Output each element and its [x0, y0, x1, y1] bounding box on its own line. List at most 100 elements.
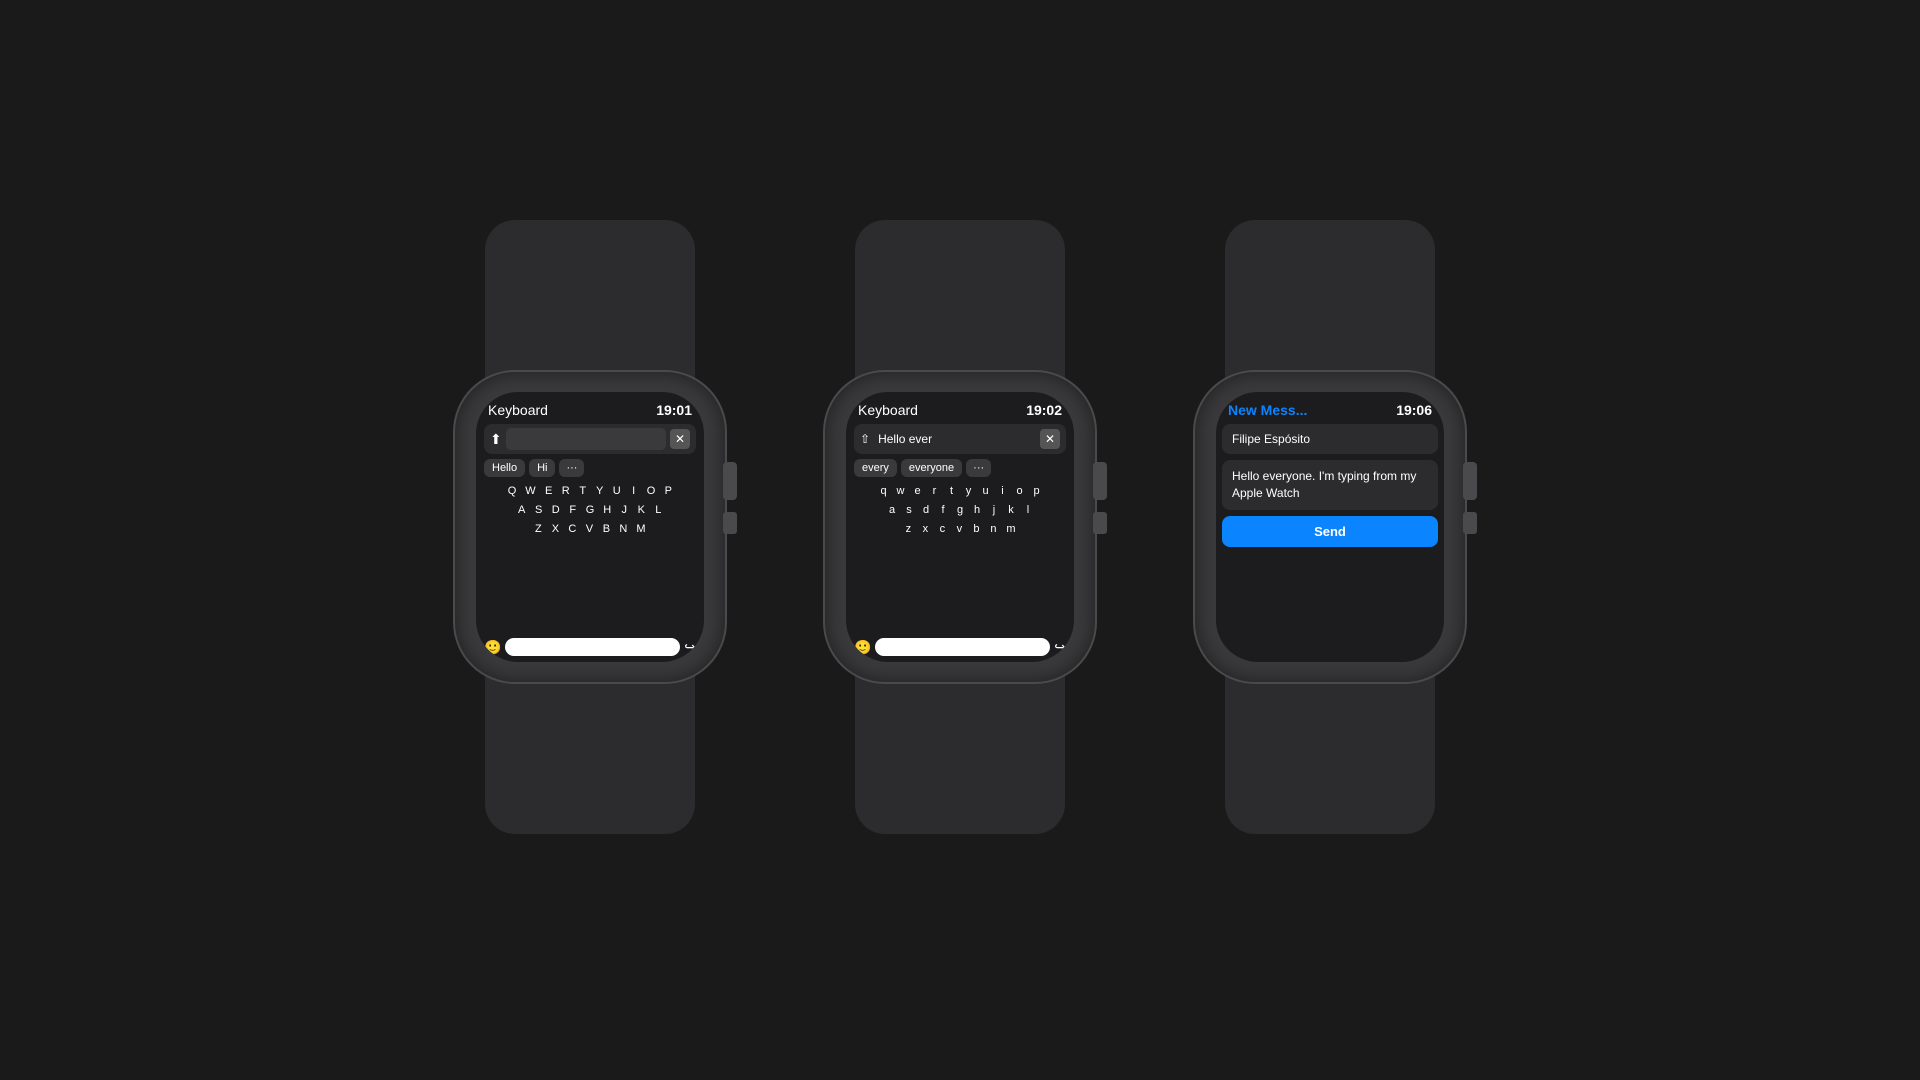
- suggestion-every[interactable]: every: [854, 459, 897, 477]
- key-o[interactable]: O: [644, 483, 659, 499]
- key-q[interactable]: Q: [505, 483, 520, 499]
- side-button-2: [1093, 512, 1107, 534]
- suggestion-hi[interactable]: Hi: [529, 459, 555, 477]
- watch-screen-1: Keyboard 19:01 ⬆ ✕ Hello Hi ···: [476, 392, 704, 662]
- key2-r[interactable]: r: [928, 483, 942, 499]
- key2-u[interactable]: u: [979, 483, 993, 499]
- screen-title-2: Keyboard: [858, 402, 918, 418]
- key-s[interactable]: S: [532, 502, 546, 518]
- text-input-area-1[interactable]: [506, 428, 666, 450]
- suggestion-more-2[interactable]: ···: [966, 459, 991, 477]
- side-button-1: [723, 512, 737, 534]
- key2-m[interactable]: m: [1003, 521, 1018, 537]
- crown-2: [1093, 462, 1107, 500]
- key2-t[interactable]: t: [945, 483, 959, 499]
- key-i[interactable]: I: [627, 483, 641, 499]
- key2-j[interactable]: j: [987, 502, 1001, 518]
- emoji-icon-2[interactable]: 🙂: [854, 639, 871, 656]
- key2-w[interactable]: w: [894, 483, 908, 499]
- key2-y[interactable]: y: [962, 483, 976, 499]
- key-b[interactable]: B: [599, 521, 613, 537]
- key-n[interactable]: N: [616, 521, 630, 537]
- key2-c[interactable]: c: [935, 521, 949, 537]
- key-c[interactable]: C: [565, 521, 579, 537]
- key2-p[interactable]: p: [1030, 483, 1044, 499]
- key-u[interactable]: U: [610, 483, 624, 499]
- key-k[interactable]: K: [634, 502, 648, 518]
- key-z[interactable]: Z: [531, 521, 545, 537]
- msg-header-3: New Mess... 19:06: [1216, 392, 1444, 424]
- key-g[interactable]: G: [583, 502, 598, 518]
- band-top-1: [485, 220, 695, 380]
- space-bar-1[interactable]: [505, 638, 680, 656]
- delete-icon-1[interactable]: ✕: [670, 429, 690, 449]
- key2-i[interactable]: i: [996, 483, 1010, 499]
- suggestion-everyone[interactable]: everyone: [901, 459, 962, 477]
- key-p[interactable]: P: [661, 483, 675, 499]
- key-l[interactable]: L: [651, 502, 665, 518]
- screen-time-2: 19:02: [1026, 402, 1062, 418]
- space-bar-2[interactable]: [875, 638, 1050, 656]
- key-row-1-1: Q W E R T Y U I O P: [484, 483, 696, 499]
- key2-n[interactable]: n: [986, 521, 1000, 537]
- watch-3: New Mess... 19:06 Filipe Espósito Hello …: [1185, 220, 1475, 860]
- text-input-content-2[interactable]: Hello ever: [874, 428, 1036, 450]
- watch-screen-2: Keyboard 19:02 ⇧ Hello ever ✕ every ever…: [846, 392, 1074, 662]
- key-y[interactable]: Y: [593, 483, 607, 499]
- key-f[interactable]: F: [566, 502, 580, 518]
- keyboard-1: Q W E R T Y U I O P A: [484, 483, 696, 634]
- screen-time-1: 19:01: [656, 402, 692, 418]
- bottom-bar-1: 🙂 ↪: [484, 638, 696, 656]
- key-row-2-3: z x c v b n m: [854, 521, 1066, 537]
- crown-1: [723, 462, 737, 500]
- key-d[interactable]: D: [549, 502, 563, 518]
- send-icon-2[interactable]: ↪: [1054, 639, 1066, 656]
- suggestions-row-1: Hello Hi ···: [484, 459, 696, 477]
- emoji-icon-1[interactable]: 🙂: [484, 639, 501, 656]
- key2-l[interactable]: l: [1021, 502, 1035, 518]
- band-top-2: [855, 220, 1065, 380]
- input-row-2[interactable]: ⇧ Hello ever ✕: [854, 424, 1066, 454]
- screen-header-1: Keyboard 19:01: [484, 402, 696, 418]
- key-w[interactable]: W: [522, 483, 538, 499]
- key2-v[interactable]: v: [952, 521, 966, 537]
- key-r[interactable]: R: [559, 483, 573, 499]
- key2-s[interactable]: s: [902, 502, 916, 518]
- key-h[interactable]: H: [600, 502, 614, 518]
- key2-e[interactable]: e: [911, 483, 925, 499]
- key-x[interactable]: X: [548, 521, 562, 537]
- key2-k[interactable]: k: [1004, 502, 1018, 518]
- shift-icon-1: ⬆: [490, 431, 502, 448]
- key2-a[interactable]: a: [885, 502, 899, 518]
- key2-f[interactable]: f: [936, 502, 950, 518]
- watch-body-2: Keyboard 19:02 ⇧ Hello ever ✕ every ever…: [815, 220, 1105, 860]
- key-v[interactable]: V: [582, 521, 596, 537]
- key2-h[interactable]: h: [970, 502, 984, 518]
- suggestion-more[interactable]: ···: [559, 459, 584, 477]
- key2-o[interactable]: o: [1013, 483, 1027, 499]
- key2-q[interactable]: q: [877, 483, 891, 499]
- msg-title-3: New Mess...: [1228, 402, 1307, 418]
- watch-body-3: New Mess... 19:06 Filipe Espósito Hello …: [1185, 220, 1475, 860]
- key-j[interactable]: J: [617, 502, 631, 518]
- send-button-3[interactable]: Send: [1222, 516, 1438, 547]
- suggestion-hello[interactable]: Hello: [484, 459, 525, 477]
- shift-icon-2: ⇧: [860, 432, 870, 446]
- watch-body-1: Keyboard 19:01 ⬆ ✕ Hello Hi ···: [445, 220, 735, 860]
- key-a[interactable]: A: [515, 502, 529, 518]
- delete-icon-2[interactable]: ✕: [1040, 429, 1060, 449]
- key-m[interactable]: M: [633, 521, 648, 537]
- key2-x[interactable]: x: [918, 521, 932, 537]
- key2-d[interactable]: d: [919, 502, 933, 518]
- suggestions-row-2: every everyone ···: [854, 459, 1066, 477]
- key2-g[interactable]: g: [953, 502, 967, 518]
- send-icon-1[interactable]: ↪: [684, 639, 696, 656]
- key-t[interactable]: T: [576, 483, 590, 499]
- input-row-1[interactable]: ⬆ ✕: [484, 424, 696, 454]
- key-e[interactable]: E: [542, 483, 556, 499]
- key2-z[interactable]: z: [901, 521, 915, 537]
- recipient-3: Filipe Espósito: [1222, 424, 1438, 454]
- watch-case-3: New Mess... 19:06 Filipe Espósito Hello …: [1195, 372, 1465, 682]
- key2-b[interactable]: b: [969, 521, 983, 537]
- key-row-1-2: A S D F G H J K L: [484, 502, 696, 518]
